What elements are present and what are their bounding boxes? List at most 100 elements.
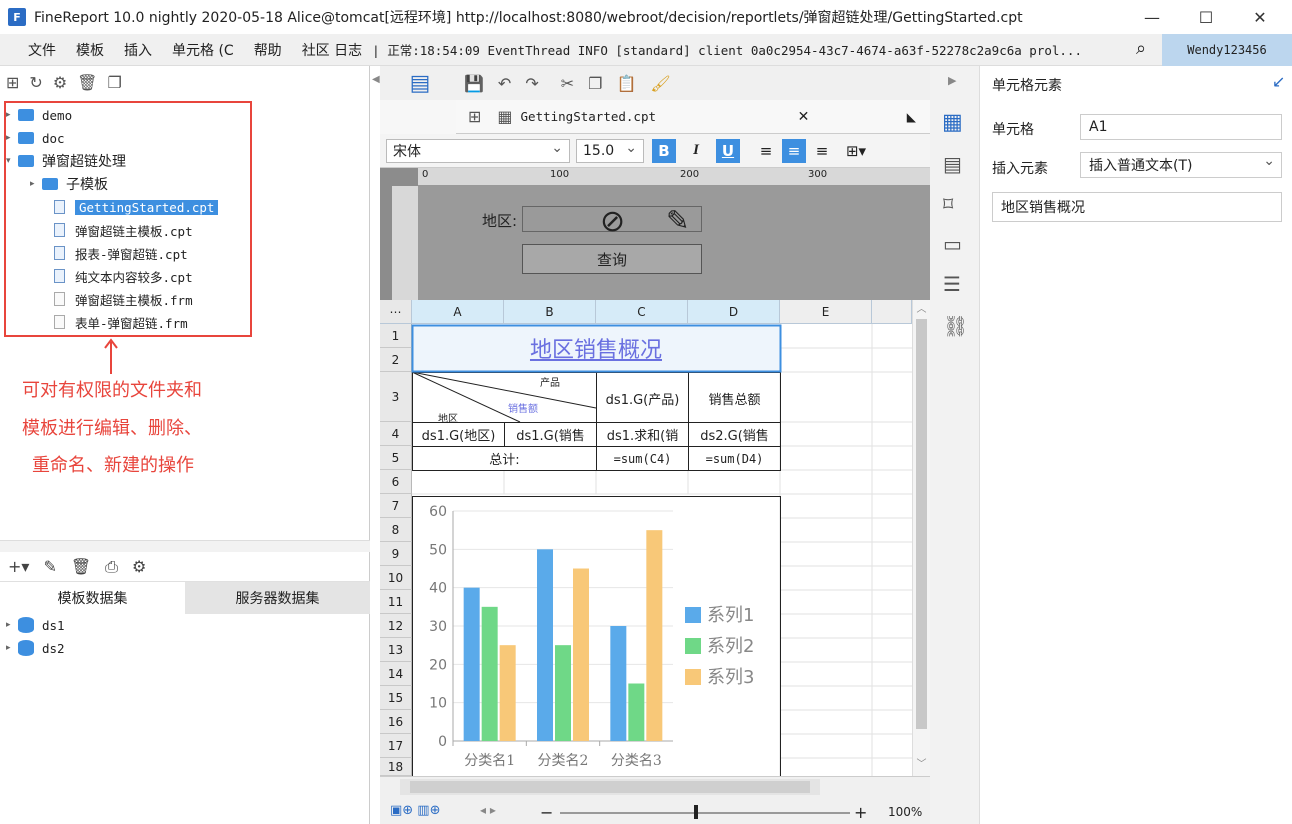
minimize-button[interactable]: —	[1132, 4, 1172, 30]
hyperlink-icon[interactable]: ⛓	[943, 314, 968, 338]
delete-icon[interactable]: 🗑	[77, 73, 97, 92]
dataset-settings-icon[interactable]: ⚙	[132, 557, 146, 576]
y-tick-label: 0	[438, 734, 447, 750]
cell-a5[interactable]: 总计:	[413, 447, 596, 470]
format-toolbar: 宋体 15.0 B I U ≡ ≡ ≡ ⊞▾	[380, 134, 930, 168]
cell-a4[interactable]: ds1.G(地区)	[413, 423, 504, 446]
scroll-up-icon[interactable]: ︿	[913, 300, 930, 315]
insert-element-select[interactable]: 插入普通文本(T)	[1080, 152, 1282, 178]
cell-c4[interactable]: ds1.求和(销	[597, 423, 688, 446]
zoom-in-icon[interactable]: +	[854, 803, 867, 822]
zoom-slider[interactable]	[560, 812, 850, 814]
preview-icon[interactable]: ⎙	[105, 557, 118, 577]
widget-icon[interactable]: ▭	[943, 232, 962, 256]
cell-attr-icon[interactable]: ▤	[943, 152, 962, 176]
annotation-text: 模板进行编辑、删除、	[22, 418, 202, 439]
grid-icon[interactable]: ⊞	[468, 107, 481, 126]
tab-menu-icon[interactable]: ◣	[907, 110, 916, 124]
scroll-thumb[interactable]	[916, 319, 927, 729]
dataset-item[interactable]: ▸ ds1	[6, 614, 65, 636]
close-tab-icon[interactable]: ✕	[798, 109, 810, 125]
scroll-down-icon[interactable]: ﹀	[913, 755, 930, 770]
menu-insert[interactable]: 插入	[114, 40, 162, 60]
tab-server-dataset[interactable]: 服务器数据集	[185, 582, 370, 614]
border-icon[interactable]: ⊞▾	[844, 139, 868, 163]
cell-d5[interactable]: =sum(D4)	[689, 447, 780, 470]
edit-pen-icon[interactable]: ✎	[666, 204, 689, 237]
bar-chart[interactable]: 0 10 20 30 40 50 60 分类名1 分类名2 分类名3 系列1 系列2 系列3	[413, 497, 779, 775]
tab-gettingstarted[interactable]: ▦ GettingStarted.cpt ✕	[497, 107, 809, 126]
user-badge[interactable]: Wendy123456	[1162, 34, 1292, 66]
paste-icon[interactable]: 📋	[616, 74, 636, 93]
cell-a1-title[interactable]: 地区销售概况	[414, 326, 778, 370]
legend-swatch	[685, 638, 701, 654]
cell-name-input[interactable]: A1	[1080, 114, 1282, 140]
cell-c5[interactable]: =sum(C4)	[597, 447, 688, 470]
database-icon	[18, 640, 34, 656]
edit-mode-icon[interactable]: ↙	[1272, 72, 1285, 91]
legend-label: 系列1	[707, 605, 754, 626]
font-select[interactable]: 宋体	[386, 138, 570, 163]
tab-template-dataset[interactable]: 模板数据集	[0, 582, 185, 614]
cell-content-input[interactable]: 地区销售概况	[992, 192, 1282, 222]
save-icon[interactable]: 💾	[464, 74, 484, 93]
annotation-text: 重命名、新建的操作	[32, 455, 194, 476]
menu-community-log[interactable]: 社区 日志	[292, 40, 372, 60]
menu-help[interactable]: 帮助	[244, 40, 292, 60]
collapse-left-button[interactable]: ◀	[372, 74, 380, 85]
zoom-slider-handle[interactable]	[694, 805, 698, 819]
search-icon[interactable]: ⌕	[1136, 38, 1146, 59]
pane-splitter[interactable]	[0, 540, 370, 552]
copy-icon[interactable]: ❐	[107, 73, 121, 92]
font-size-select[interactable]: 15.0	[576, 138, 644, 163]
cell-b4[interactable]: ds1.G(销售	[505, 423, 596, 446]
underline-button[interactable]: U	[716, 138, 740, 163]
y-tick-label: 10	[429, 696, 447, 712]
cell-d3[interactable]: 销售总额	[689, 386, 780, 410]
annotation-box	[4, 101, 252, 337]
new-folder-icon[interactable]: ⊞	[6, 73, 19, 92]
close-window-button[interactable]: ✕	[1240, 4, 1280, 30]
hscroll-thumb[interactable]	[410, 781, 810, 793]
format-painter-icon[interactable]: 🖌	[650, 74, 670, 93]
sheet-nav-icon[interactable]: ◂ ▸	[480, 803, 496, 817]
hidden-eye-icon[interactable]: ⊘	[600, 204, 625, 239]
query-button[interactable]: 查询	[522, 244, 702, 274]
menu-template[interactable]: 模板	[66, 40, 114, 60]
border-attr-icon[interactable]: ⌑	[943, 192, 953, 216]
menu-file[interactable]: 文件	[18, 40, 66, 60]
redo-icon[interactable]: ↷	[525, 74, 538, 93]
condition-icon[interactable]: ☰	[943, 272, 961, 296]
maximize-button[interactable]: ☐	[1186, 4, 1226, 30]
template-icon[interactable]: ▤	[380, 66, 460, 100]
align-right-icon[interactable]: ≡	[810, 139, 834, 163]
align-center-icon[interactable]: ≡	[782, 138, 806, 163]
delete-icon[interactable]: 🗑	[71, 557, 91, 576]
zoom-level: 100%	[888, 805, 923, 819]
menu-cell[interactable]: 单元格 (C	[162, 40, 244, 60]
cell-element-icon[interactable]: ▦	[942, 110, 963, 135]
italic-button[interactable]: I	[684, 139, 708, 163]
vertical-scrollbar[interactable]: ︿ ﹀	[912, 300, 930, 776]
copy-icon[interactable]: ❐	[588, 74, 602, 93]
bar	[646, 530, 663, 741]
expand-icon[interactable]: ▶	[948, 74, 956, 87]
edit-icon[interactable]: ✎	[43, 557, 56, 576]
bar	[610, 626, 627, 741]
y-tick-label: 40	[429, 581, 447, 597]
dataset-item[interactable]: ▸ ds2	[6, 637, 65, 659]
settings-icon[interactable]: ⚙	[53, 73, 67, 92]
zoom-out-icon[interactable]: −	[540, 803, 553, 822]
sheet-add-icon[interactable]: ▣⊕ ▥⊕	[390, 803, 440, 818]
horizontal-scrollbar[interactable]	[400, 779, 820, 795]
cut-icon[interactable]: ✂	[561, 74, 574, 93]
cell-d4[interactable]: ds2.G(销售	[689, 423, 780, 446]
dataset-toolbar: +▾ ✎ 🗑 ⎙ ⚙	[0, 552, 370, 582]
x-tick-label: 分类名3	[611, 753, 662, 769]
bold-button[interactable]: B	[652, 138, 676, 163]
refresh-icon[interactable]: ↻	[29, 73, 42, 92]
align-left-icon[interactable]: ≡	[754, 139, 778, 163]
cell-c3[interactable]: ds1.G(产品)	[597, 386, 688, 410]
add-dataset-icon[interactable]: +▾	[8, 557, 29, 576]
undo-icon[interactable]: ↶	[498, 74, 511, 93]
